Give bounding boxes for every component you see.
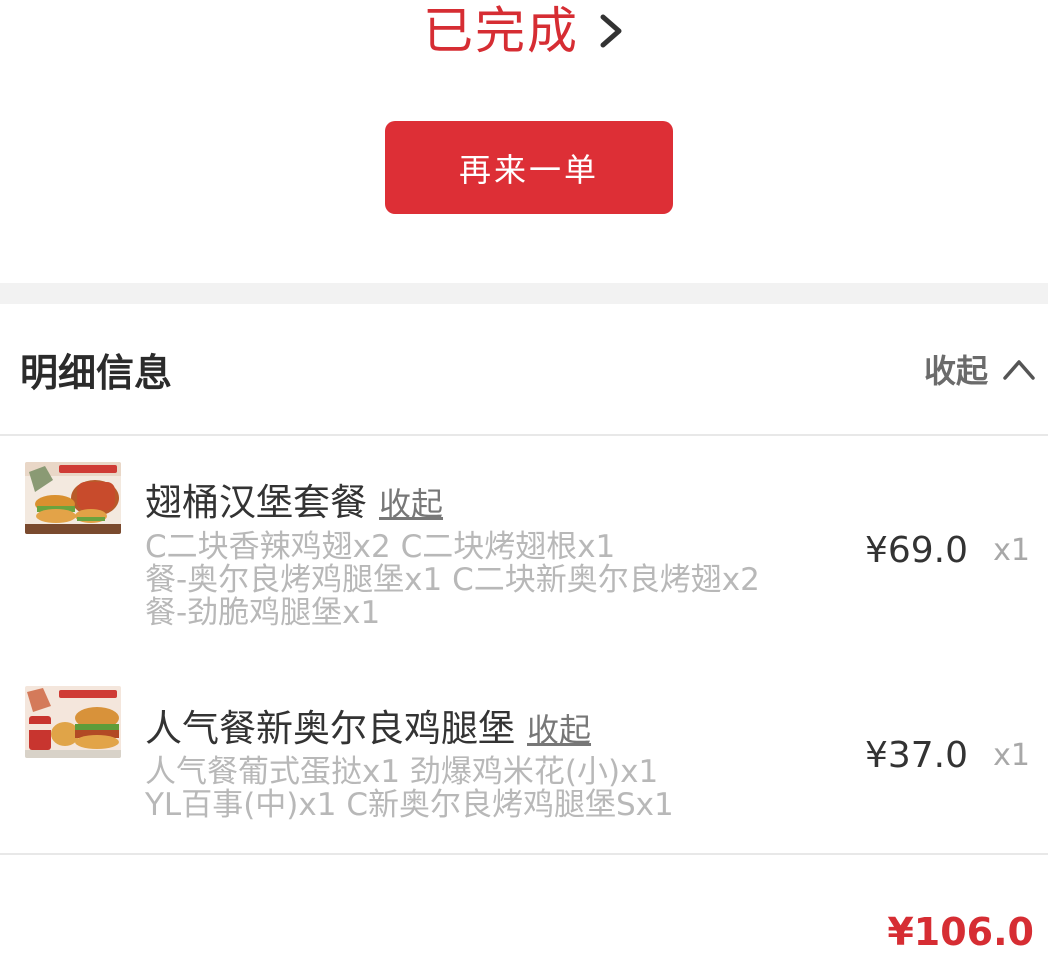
reorder-button[interactable]: 再来一单 (385, 121, 673, 214)
details-title: 明细信息 (20, 351, 173, 395)
order-detail-page: 已完成 再来一单 明细信息 收起 翅桶汉堡套餐 收起 C二块香辣鸡翅x2 C二块… (0, 0, 1048, 955)
details-collapse-label: 收起 (923, 352, 988, 390)
section-divider (0, 283, 1048, 304)
burger-meal-image (25, 686, 121, 758)
item-price: ¥69.0 (864, 530, 968, 571)
item-collapse-link[interactable]: 收起 (527, 705, 591, 751)
item-quantity: x1 (993, 533, 1030, 568)
item-name-text: 翅桶汉堡套餐 (145, 481, 367, 524)
order-status-link[interactable]: 已完成 (0, 0, 1048, 62)
details-header: 明细信息 收起 (0, 304, 1048, 434)
item-description-line: C二块香辣鸡翅x2 C二块烤翅根x1 (145, 529, 616, 565)
item-description-line: 餐-奥尔良烤鸡腿堡x1 C二块新奥尔良烤翅x2 (145, 562, 760, 598)
item-description-line: YL百事(中)x1 C新奥尔良烤鸡腿堡Sx1 (145, 787, 674, 823)
item-description-line: 人气餐葡式蛋挞x1 劲爆鸡米花(小)x1 (145, 754, 659, 790)
item-description: 人气餐葡式蛋挞x1 劲爆鸡米花(小)x1 YL百事(中)x1 C新奥尔良烤鸡腿堡… (145, 756, 845, 822)
wing-bucket-combo-image (25, 462, 121, 534)
chevron-right-icon (600, 14, 622, 48)
chevron-up-icon (1003, 360, 1035, 380)
divider (0, 853, 1048, 855)
item-description-line: 餐-劲脆鸡腿堡x1 (145, 595, 381, 631)
details-collapse-button[interactable]: 收起 (924, 346, 1036, 392)
order-status-text: 已完成 (423, 2, 579, 60)
order-item: 翅桶汉堡套餐 收起 C二块香辣鸡翅x2 C二块烤翅根x1 餐-奥尔良烤鸡腿堡x1… (0, 436, 1048, 656)
item-name-text: 人气餐新奥尔良鸡腿堡 (145, 707, 515, 750)
order-total: ¥106.0 (887, 910, 1034, 954)
item-price: ¥37.0 (864, 735, 968, 776)
item-description: C二块香辣鸡翅x2 C二块烤翅根x1 餐-奥尔良烤鸡腿堡x1 C二块新奥尔良烤翅… (145, 531, 845, 630)
item-collapse-link[interactable]: 收起 (379, 479, 443, 525)
item-name: 人气餐新奥尔良鸡腿堡 收起 (145, 698, 591, 752)
item-name: 翅桶汉堡套餐 收起 (145, 472, 443, 526)
item-quantity: x1 (993, 738, 1030, 773)
order-item: 人气餐新奥尔良鸡腿堡 收起 人气餐葡式蛋挞x1 劲爆鸡米花(小)x1 YL百事(… (0, 656, 1048, 852)
